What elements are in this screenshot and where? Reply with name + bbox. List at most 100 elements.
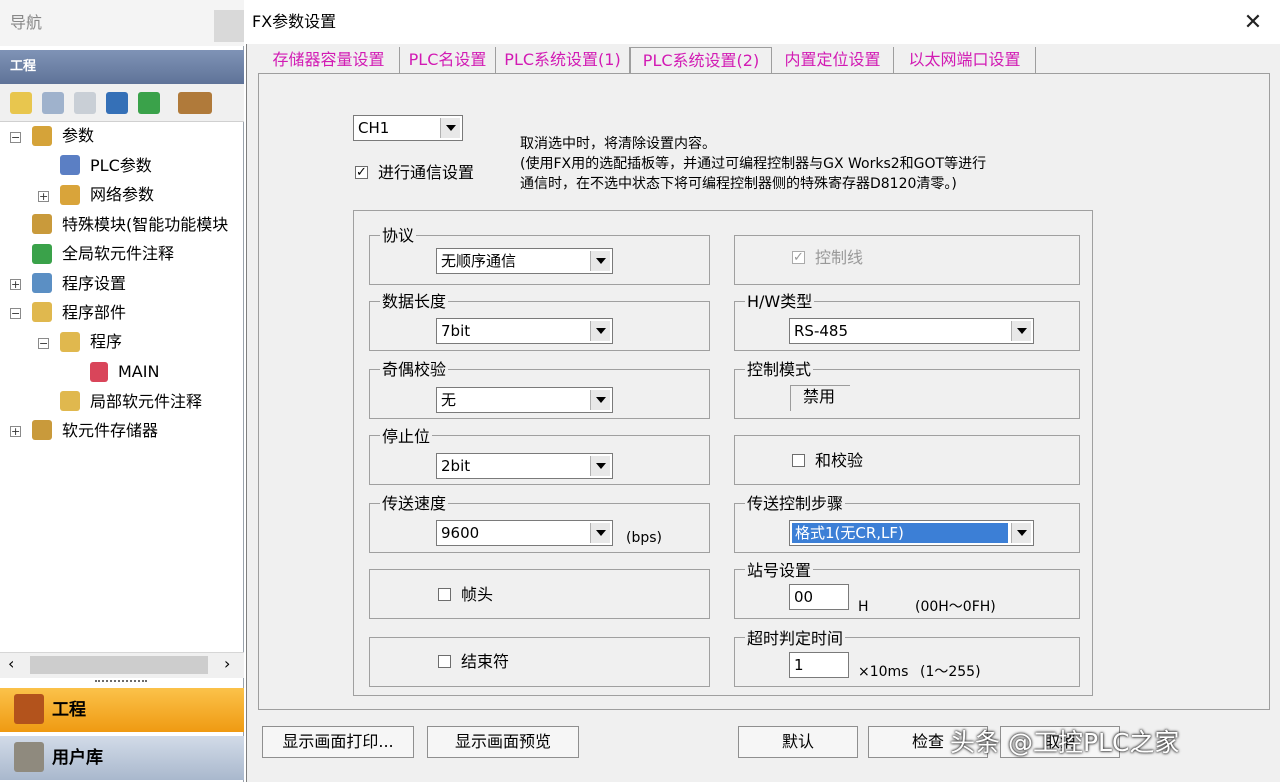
notice-line-2: (使用FX用的选配插板等，并通过可编程控制器与GX Works2和GOT等进行: [520, 156, 987, 172]
header-group: [369, 569, 710, 619]
tab-plc-name[interactable]: PLC名设置: [400, 47, 496, 73]
tree-item-program-parts[interactable]: 程序部件: [62, 298, 126, 327]
notice-line-3: 通信时，在不选中状态下将可编程控制器侧的特殊寄存器D8120清零。): [520, 176, 957, 192]
baud-unit: (bps): [626, 530, 662, 546]
chevron-down-icon[interactable]: [590, 390, 610, 410]
navigation-title-tab[interactable]: [214, 10, 244, 42]
station-input[interactable]: 00: [789, 584, 849, 610]
chevron-down-icon[interactable]: [590, 321, 610, 341]
project-tab-icon: [14, 694, 44, 724]
control-mode-value: 禁用: [790, 385, 850, 411]
data-length-value: 7bit: [441, 322, 471, 340]
parity-label: 奇偶校验: [380, 360, 449, 380]
program-folder-icon: [60, 332, 80, 352]
parity-value: 无: [441, 391, 457, 409]
global-comment-icon: [32, 244, 52, 264]
copy-icon[interactable]: [42, 92, 64, 114]
parity-select[interactable]: 无: [436, 387, 613, 413]
watermark-text: 头条 @工控PLC之家: [950, 728, 1180, 757]
tab-builtin-positioning[interactable]: 内置定位设置: [772, 47, 894, 73]
checksum-checkbox[interactable]: [792, 454, 805, 467]
notice-line-1: 取消选中时，将清除设置内容。: [520, 136, 716, 152]
dropdown-tool-icon[interactable]: [178, 92, 212, 114]
chevron-down-icon[interactable]: [1011, 523, 1031, 543]
local-comment-icon: [60, 391, 80, 411]
transfer-control-select[interactable]: 格式1(无CR,LF): [789, 520, 1034, 546]
print-screen-button[interactable]: 显示画面打印...: [262, 726, 414, 758]
data-length-label: 数据长度: [380, 292, 449, 312]
data-length-select[interactable]: 7bit: [436, 318, 613, 344]
header-checkbox[interactable]: [438, 588, 451, 601]
station-range: (00H～0FH): [915, 599, 996, 615]
navigation-title: 导航: [0, 0, 244, 46]
tree-item-device-memory[interactable]: 软元件存储器: [62, 416, 158, 445]
terminator-label: 结束符: [461, 652, 510, 671]
hw-type-select[interactable]: RS-485: [789, 318, 1034, 344]
tree-item-main[interactable]: MAIN: [118, 357, 159, 386]
expand-icon[interactable]: +: [10, 279, 21, 290]
terminator-group: [369, 637, 710, 687]
checksum-label: 和校验: [815, 451, 864, 470]
tree-item-network-parameter[interactable]: 网络参数: [90, 180, 154, 209]
chevron-down-icon[interactable]: [1011, 321, 1031, 341]
default-button[interactable]: 默认: [738, 726, 858, 758]
splitter-grip[interactable]: [95, 680, 147, 684]
baud-select[interactable]: 9600: [436, 520, 613, 546]
chevron-down-icon[interactable]: [440, 118, 460, 138]
timeout-unit: ×10ms: [858, 664, 909, 680]
tab-plc-system-1[interactable]: PLC系统设置(1): [496, 47, 630, 73]
stop-bit-select[interactable]: 2bit: [436, 453, 613, 479]
tree-item-local-comment[interactable]: 局部软元件注释: [90, 387, 202, 416]
info-icon[interactable]: [106, 92, 128, 114]
expand-icon[interactable]: +: [38, 191, 49, 202]
hw-type-label: H/W类型: [745, 292, 815, 312]
tree-item-parameter[interactable]: 参数: [62, 121, 94, 150]
hw-type-value: RS-485: [794, 322, 848, 340]
chevron-down-icon[interactable]: [590, 251, 610, 271]
paste-icon[interactable]: [74, 92, 96, 114]
control-mode-label: 控制模式: [745, 360, 814, 380]
collapse-icon[interactable]: −: [10, 132, 21, 143]
protocol-select[interactable]: 无顺序通信: [436, 248, 613, 274]
tree-item-plc-parameter[interactable]: PLC参数: [90, 151, 152, 180]
navigation-panel: 导航 工程 − 参数 PLC参数 + 网络参数 特殊模块(智能功能模块 全局软元…: [0, 0, 244, 782]
scrollbar-thumb[interactable]: [30, 656, 208, 674]
tab-plc-system-2[interactable]: PLC系统设置(2): [630, 47, 772, 73]
station-label: 站号设置: [745, 561, 814, 581]
plc-parameter-icon: [60, 155, 80, 175]
tab-memory-capacity[interactable]: 存储器容量设置: [258, 47, 400, 73]
baud-value: 9600: [441, 524, 480, 542]
timeout-label: 超时判定时间: [745, 629, 846, 649]
collapse-icon[interactable]: −: [38, 338, 49, 349]
terminator-checkbox[interactable]: [438, 655, 451, 668]
scroll-left-icon[interactable]: ‹: [8, 654, 14, 673]
tree-item-global-comment[interactable]: 全局软元件注释: [62, 239, 174, 268]
chevron-down-icon[interactable]: [590, 456, 610, 476]
new-item-icon[interactable]: [10, 92, 32, 114]
channel-select[interactable]: CH1: [353, 115, 463, 141]
preview-screen-button[interactable]: 显示画面预览: [427, 726, 579, 758]
control-line-group: [734, 235, 1080, 285]
comm-setting-checkbox[interactable]: ✓: [355, 166, 368, 179]
transfer-control-label: 传送控制步骤: [745, 494, 846, 514]
transfer-control-value: 格式1(无CR,LF): [795, 524, 904, 542]
tab-ethernet-port[interactable]: 以太网端口设置: [894, 47, 1036, 73]
tree-item-program[interactable]: 程序: [90, 327, 122, 356]
expand-icon[interactable]: +: [10, 426, 21, 437]
scroll-right-icon[interactable]: ›: [224, 654, 230, 673]
chevron-down-icon[interactable]: [590, 523, 610, 543]
ladder-program-icon: [90, 362, 108, 382]
dialog-title: FX参数设置: [246, 0, 1280, 44]
program-setting-icon: [32, 273, 52, 293]
collapse-icon[interactable]: −: [10, 308, 21, 319]
tree-item-program-setting[interactable]: 程序设置: [62, 269, 126, 298]
tree-item-special-module[interactable]: 特殊模块(智能功能模块: [62, 210, 228, 239]
refresh-icon[interactable]: [138, 92, 160, 114]
close-icon[interactable]: ✕: [1240, 10, 1266, 36]
parameter-folder-icon: [32, 126, 52, 146]
network-parameter-icon: [60, 185, 80, 205]
device-memory-icon: [32, 420, 52, 440]
protocol-label: 协议: [380, 226, 417, 246]
timeout-input[interactable]: 1: [789, 652, 849, 678]
protocol-value: 无顺序通信: [441, 252, 517, 270]
